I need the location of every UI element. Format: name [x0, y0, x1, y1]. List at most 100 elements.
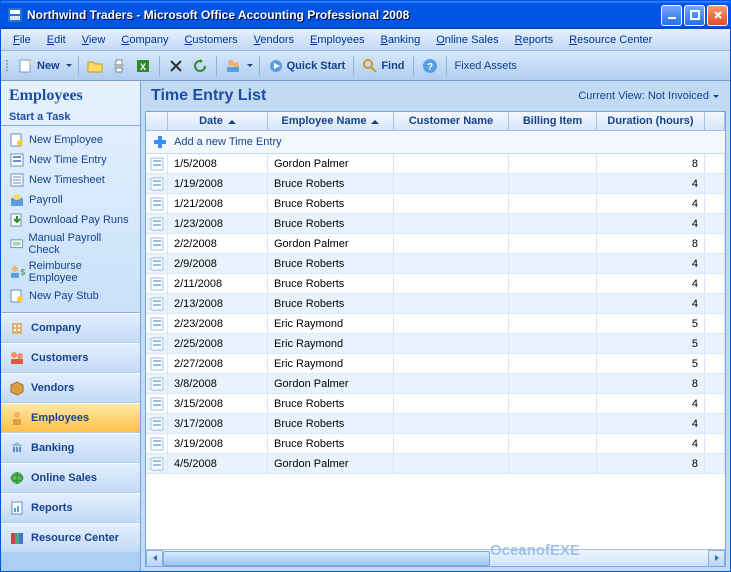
nav-label: Vendors [31, 382, 74, 394]
fixedassets-button[interactable]: Fixed Assets [452, 55, 520, 77]
table-row[interactable]: 1/21/2008Bruce Roberts4 [146, 194, 725, 214]
table-row[interactable]: 2/13/2008Bruce Roberts4 [146, 294, 725, 314]
nav-company[interactable]: Company [1, 313, 140, 343]
table-row[interactable]: 3/17/2008Bruce Roberts4 [146, 414, 725, 434]
grid-header-date[interactable]: Date [168, 112, 268, 130]
table-row[interactable]: 1/19/2008Bruce Roberts4 [146, 174, 725, 194]
cell-rest [705, 254, 725, 273]
menu-vendors[interactable]: Vendors [246, 32, 302, 48]
task-new-time-entry[interactable]: New Time Entry [5, 150, 136, 170]
grid-header-employee[interactable]: Employee Name [268, 112, 394, 130]
nav-label: Resource Center [31, 532, 119, 544]
grid-header-duration[interactable]: Duration (hours) [597, 112, 705, 130]
nav-list: Company Customers Vendors EmployeesBankingO… [1, 312, 140, 553]
scroll-left-button[interactable] [146, 550, 163, 567]
menu-resource-center[interactable]: Resource Center [561, 32, 660, 48]
task-new-timesheet[interactable]: New Timesheet [5, 170, 136, 190]
menu-reports[interactable]: Reports [507, 32, 562, 48]
menu-file[interactable]: File [5, 32, 39, 48]
print-button[interactable] [108, 55, 130, 77]
grid-header-icon[interactable] [146, 112, 168, 130]
nav-label: Reports [31, 502, 73, 514]
table-row[interactable]: 3/8/2008Gordon Palmer8 [146, 374, 725, 394]
help-button[interactable]: ? [419, 55, 441, 77]
menu-view[interactable]: View [74, 32, 114, 48]
task-icon [9, 152, 25, 168]
refresh-button[interactable] [189, 55, 211, 77]
grid-header-billing[interactable]: Billing Item [509, 112, 597, 130]
cell-employee: Eric Raymond [268, 354, 394, 373]
table-row[interactable]: 1/23/2008Bruce Roberts4 [146, 214, 725, 234]
current-view-selector[interactable]: Current View: Not Invoiced [578, 85, 720, 107]
excel-button[interactable]: X [132, 55, 154, 77]
table-row[interactable]: 1/5/2008Gordon Palmer8 [146, 154, 725, 174]
cell-duration: 4 [597, 174, 705, 193]
minimize-button[interactable] [661, 5, 682, 26]
cell-customer [394, 334, 509, 353]
grid-header-customer[interactable]: Customer Name [394, 112, 509, 130]
delete-button[interactable] [165, 55, 187, 77]
svg-text:X: X [140, 62, 146, 72]
table-row[interactable]: 2/11/2008Bruce Roberts4 [146, 274, 725, 294]
table-row[interactable]: 2/27/2008Eric Raymond5 [146, 354, 725, 374]
cell-duration: 4 [597, 414, 705, 433]
svg-text:$: $ [21, 268, 25, 277]
table-row[interactable]: 2/25/2008Eric Raymond5 [146, 334, 725, 354]
nav-vendors[interactable]: Vendors [1, 373, 140, 403]
table-row[interactable]: 2/23/2008Eric Raymond5 [146, 314, 725, 334]
cell-date: 1/19/2008 [168, 174, 268, 193]
cell-date: 3/15/2008 [168, 394, 268, 413]
menu-edit[interactable]: Edit [39, 32, 74, 48]
horizontal-scrollbar[interactable] [146, 549, 725, 566]
accounts-button[interactable] [222, 55, 244, 77]
nav-customers[interactable]: Customers [1, 343, 140, 373]
nav-employees[interactable]: Employees [1, 403, 140, 433]
task-manual-payroll-check[interactable]: Manual Payroll Check [5, 230, 136, 258]
cell-employee: Gordon Palmer [268, 154, 394, 173]
menu-customers[interactable]: Customers [176, 32, 245, 48]
nav-banking[interactable]: Banking [1, 433, 140, 463]
scroll-right-button[interactable] [708, 550, 725, 567]
nav-resource-center[interactable]: Resource Center [1, 523, 140, 553]
app-window: Northwind Traders - Microsoft Office Acc… [0, 0, 731, 572]
task-reimburse-employee[interactable]: $Reimburse Employee [5, 258, 136, 286]
task-icon: $ [9, 264, 25, 280]
cell-employee: Bruce Roberts [268, 214, 394, 233]
toolbar: New X Quick Start Find ? Fixed Assets [1, 51, 730, 81]
scroll-thumb[interactable] [163, 551, 490, 566]
add-row[interactable]: Add a new Time Entry [146, 131, 725, 154]
menu-online-sales[interactable]: Online Sales [428, 32, 506, 48]
close-button[interactable] [707, 5, 728, 26]
task-download-pay-runs[interactable]: Download Pay Runs [5, 210, 136, 230]
maximize-button[interactable] [684, 5, 705, 26]
scroll-track[interactable] [163, 550, 708, 567]
menu-employees[interactable]: Employees [302, 32, 372, 48]
menu-company[interactable]: Company [113, 32, 176, 48]
new-dropdown[interactable] [65, 55, 73, 77]
table-row[interactable]: 4/5/2008Gordon Palmer8 [146, 454, 725, 474]
table-row[interactable]: 2/2/2008Gordon Palmer8 [146, 234, 725, 254]
table-row[interactable]: 3/19/2008Bruce Roberts4 [146, 434, 725, 454]
accounts-dropdown[interactable] [246, 55, 254, 77]
nav-label: Company [31, 322, 81, 334]
open-button[interactable] [84, 55, 106, 77]
table-row[interactable]: 2/9/2008Bruce Roberts4 [146, 254, 725, 274]
cell-rest [705, 154, 725, 173]
grid-header-rest[interactable] [705, 112, 725, 130]
bank-icon [9, 440, 25, 456]
quickstart-button[interactable]: Quick Start [265, 55, 349, 77]
toolbar-grip[interactable] [5, 55, 11, 77]
cell-date: 3/19/2008 [168, 434, 268, 453]
table-row[interactable]: 3/15/2008Bruce Roberts4 [146, 394, 725, 414]
cell-customer [394, 354, 509, 373]
nav-online-sales[interactable]: Online Sales [1, 463, 140, 493]
task-new-pay-stub[interactable]: New Pay Stub [5, 286, 136, 306]
task-new-employee[interactable]: New Employee [5, 130, 136, 150]
new-button[interactable]: New [15, 55, 63, 77]
nav-reports[interactable]: Reports [1, 493, 140, 523]
menu-banking[interactable]: Banking [372, 32, 428, 48]
cell-billing [509, 414, 597, 433]
row-icon [146, 174, 168, 193]
task-payroll[interactable]: Payroll [5, 190, 136, 210]
find-button[interactable]: Find [359, 55, 407, 77]
